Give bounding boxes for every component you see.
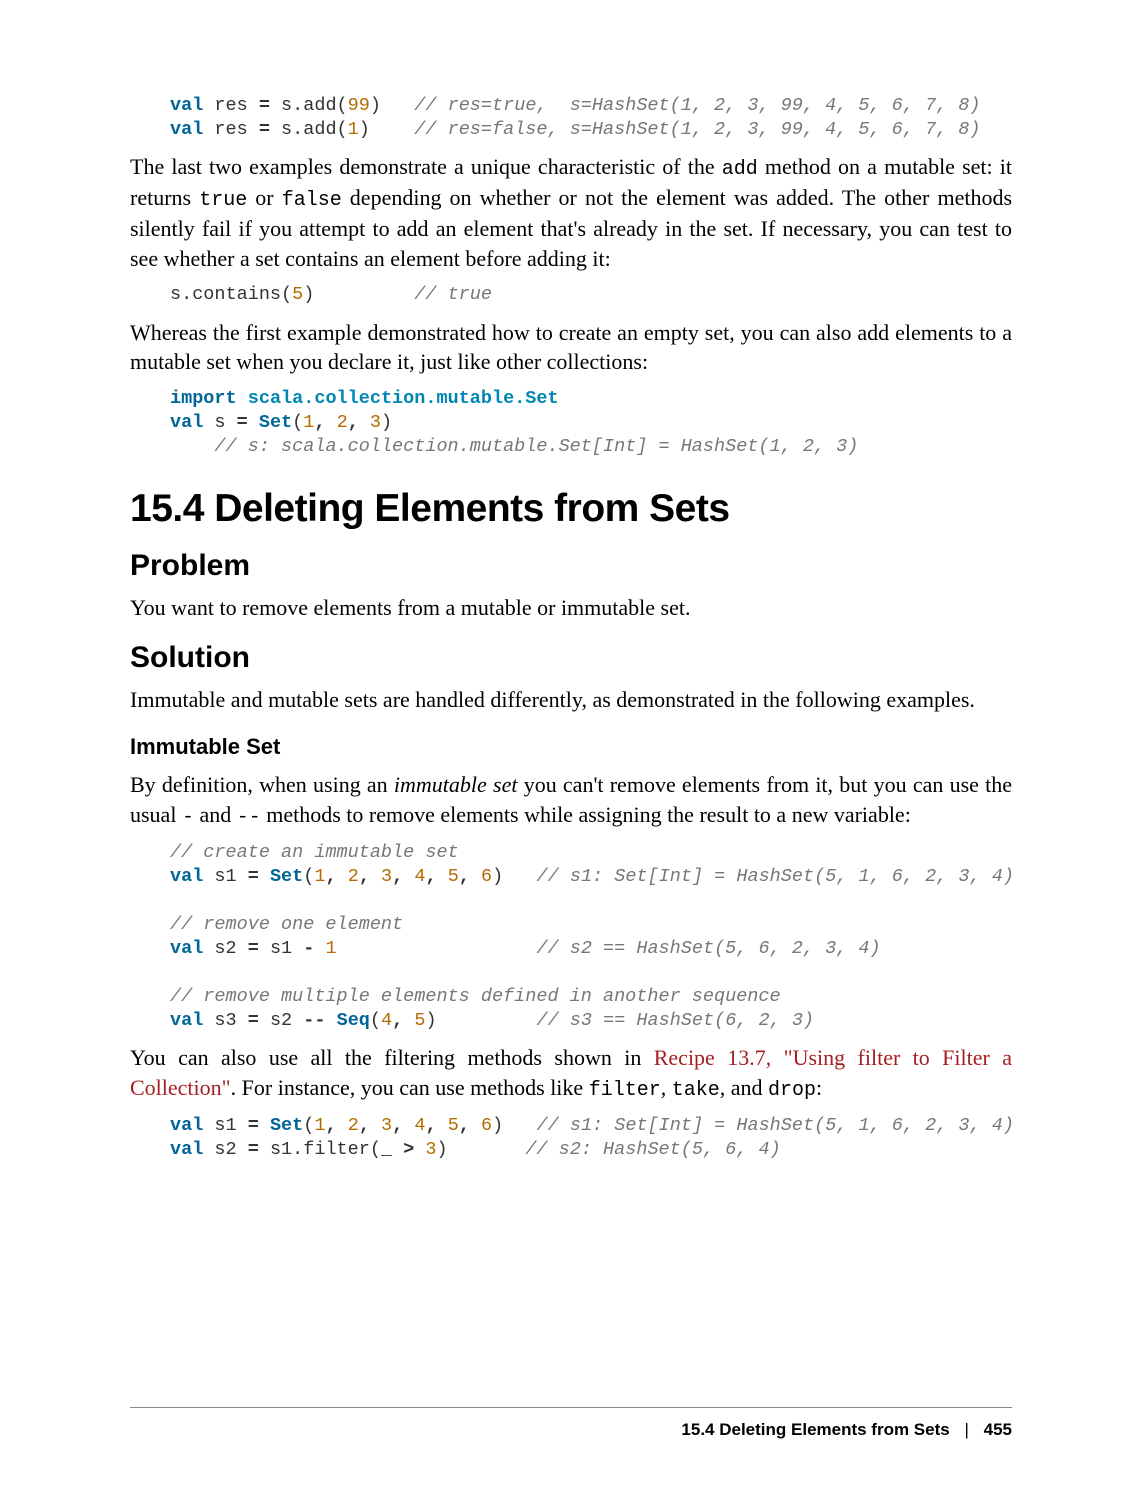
section-heading: 15.4 Deleting Elements from Sets — [130, 487, 1012, 531]
page: val res = s.add(99) // res=true, s=HashS… — [0, 0, 1142, 1500]
footer-section-title: 15.4 Deleting Elements from Sets — [681, 1420, 949, 1439]
paragraph-declare-set: Whereas the first example demonstrated h… — [130, 318, 1012, 377]
immutable-paragraph: By definition, when using an immutable s… — [130, 770, 1012, 831]
solution-heading: Solution — [130, 641, 1012, 675]
immutable-set-heading: Immutable Set — [130, 734, 1012, 760]
code-import-set: import scala.collection.mutable.Set val … — [170, 387, 1012, 459]
code-filter: val s1 = Set(1, 2, 3, 4, 5, 6) // s1: Se… — [170, 1114, 1012, 1162]
code-add-example: val res = s.add(99) // res=true, s=HashS… — [170, 94, 1012, 142]
code-contains: s.contains(5) // true — [170, 283, 1012, 307]
filter-paragraph: You can also use all the filtering metho… — [130, 1043, 1012, 1104]
paragraph-add-behavior: The last two examples demonstrate a uniq… — [130, 152, 1012, 273]
page-footer: 15.4 Deleting Elements from Sets | 455 — [130, 1407, 1012, 1440]
solution-paragraph: Immutable and mutable sets are handled d… — [130, 685, 1012, 715]
problem-paragraph: You want to remove elements from a mutab… — [130, 593, 1012, 623]
code-immutable-set: // create an immutable set val s1 = Set(… — [170, 841, 1012, 1033]
footer-page-number: 455 — [984, 1420, 1012, 1439]
footer-separator: | — [964, 1420, 968, 1439]
problem-heading: Problem — [130, 549, 1012, 583]
